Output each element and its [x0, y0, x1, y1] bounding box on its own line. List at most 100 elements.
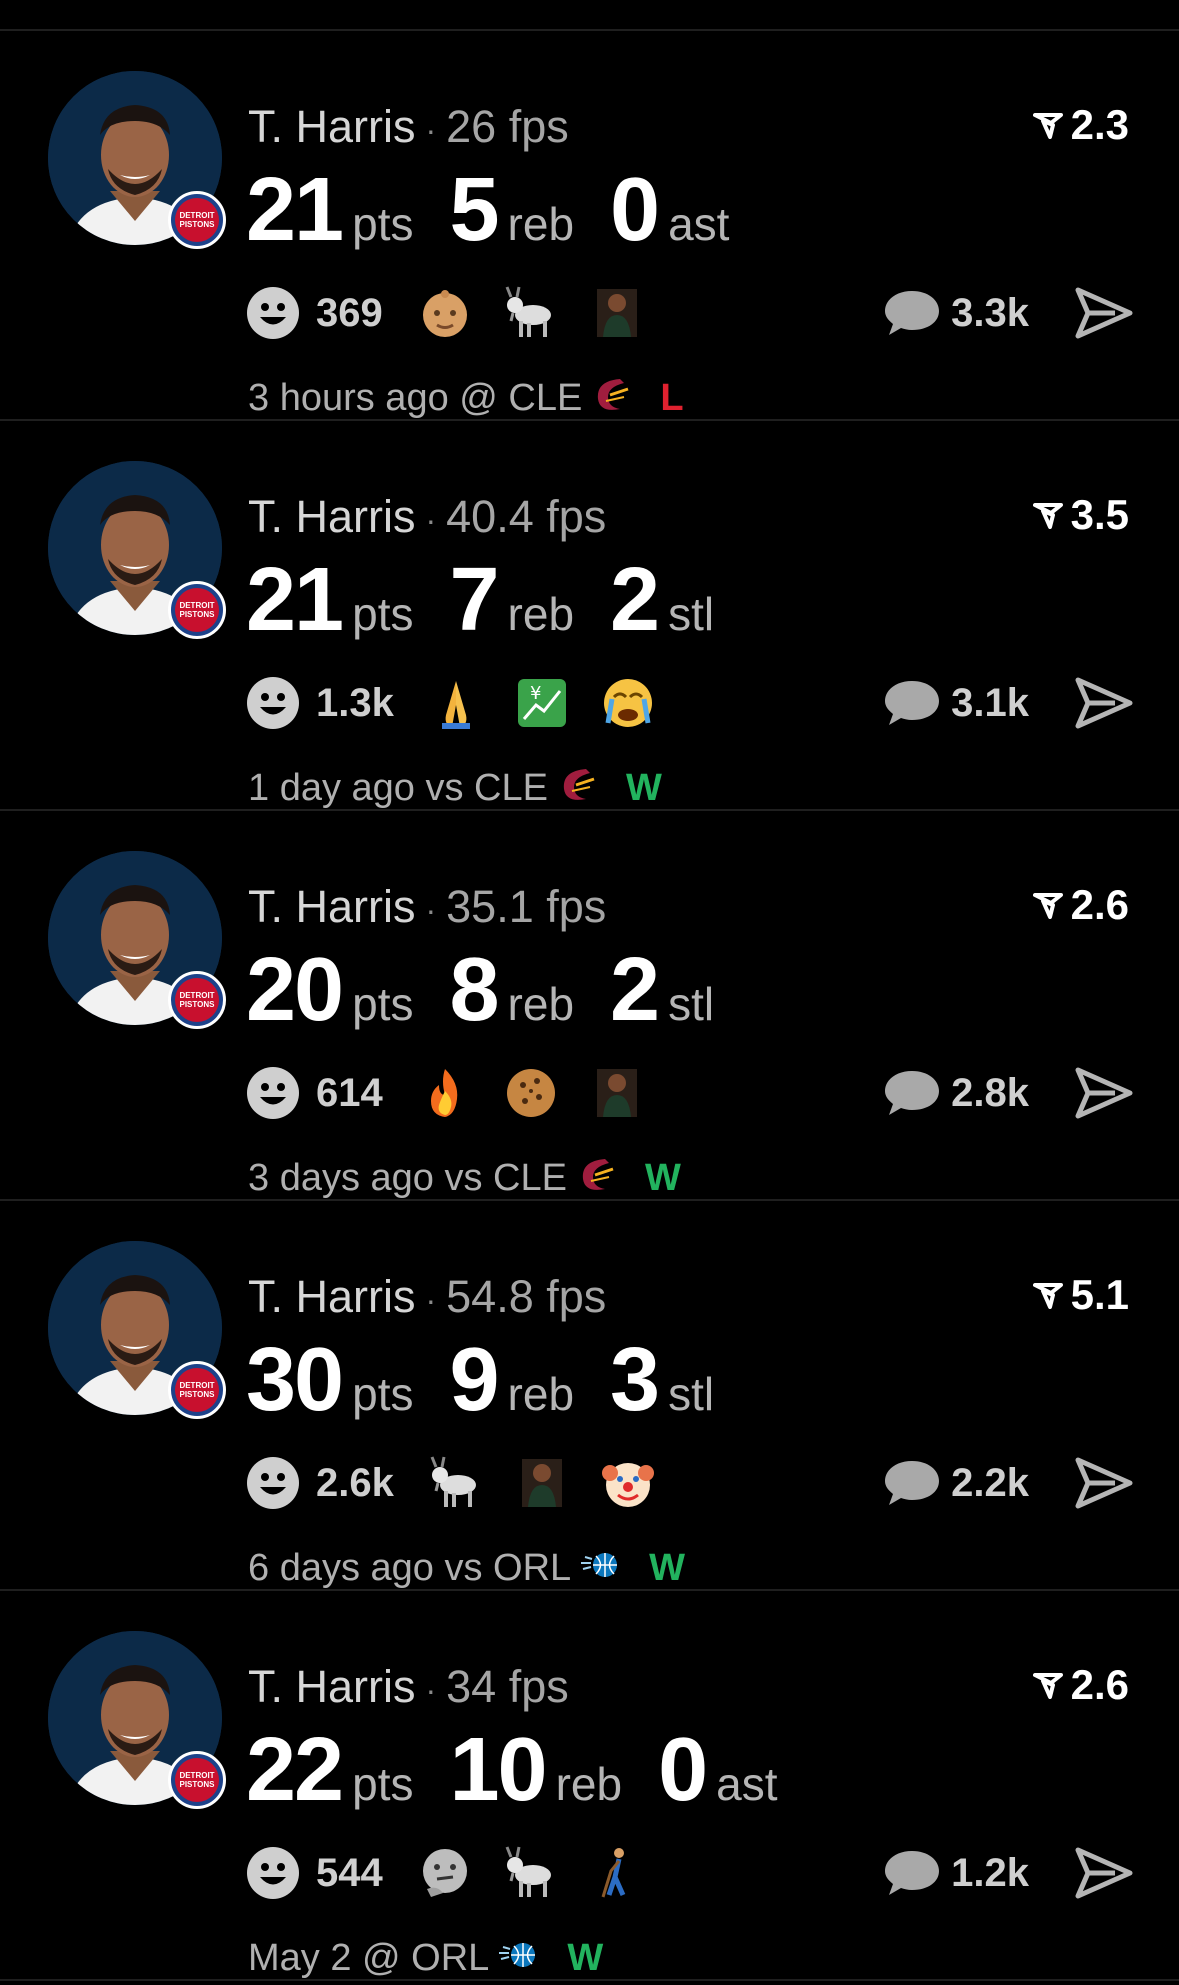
pistons-badge-icon: DETROIT PISTONS [168, 1751, 226, 1809]
share-icon[interactable] [1075, 287, 1133, 339]
stat-value: 21 [246, 550, 344, 650]
stat-stl: 2 stl [610, 939, 714, 1042]
post-card-5[interactable]: DETROIT PISTONS T. Harris · 34 fps 2.6 22 pt… [0, 1591, 1179, 1981]
stat-value: 22 [246, 1720, 344, 1820]
clown-face-icon[interactable] [600, 1455, 656, 1511]
stat-line: 22 pts 10 reb 0 ast [246, 1719, 814, 1822]
rating-arrow-icon [1032, 893, 1063, 919]
comment-bubble-icon [885, 1461, 940, 1505]
share-icon[interactable] [1075, 1847, 1133, 1899]
rating-arrow-icon [1032, 1673, 1063, 1699]
share-icon[interactable] [1075, 1067, 1133, 1119]
stat-ast: 0 ast [610, 159, 729, 262]
cavaliers-logo-icon [598, 379, 629, 410]
chart-yen-icon[interactable]: ¥ [514, 675, 570, 731]
reactions-bar[interactable]: 1.3k ¥ [246, 673, 686, 733]
reactions-bar[interactable]: 614 [246, 1063, 675, 1123]
smiley-reaction-icon[interactable] [246, 1846, 300, 1900]
rating-arrow-icon [1032, 1283, 1063, 1309]
smiley-reaction-icon[interactable] [246, 286, 300, 340]
post-headline: T. Harris · 26 fps [248, 101, 569, 153]
post-card-3[interactable]: DETROIT PISTONS T. Harris · 35.1 fps 2.6 20… [0, 811, 1179, 1201]
reactions-bar[interactable]: 544 [246, 1843, 675, 1903]
stat-value: 9 [449, 1330, 499, 1430]
player-name[interactable]: T. Harris [248, 1271, 416, 1322]
stat-unit: reb [507, 1368, 575, 1420]
stat-pts: 20 pts [246, 939, 413, 1042]
cavaliers-logo-icon [563, 769, 595, 800]
smiley-reaction-icon[interactable] [246, 676, 300, 730]
goat-icon[interactable] [428, 1455, 484, 1511]
player-name[interactable]: T. Harris [248, 101, 416, 152]
reaction-emojis [417, 1065, 675, 1121]
stat-value: 0 [658, 1720, 708, 1820]
comments-button[interactable]: 3.1k [883, 673, 1029, 733]
player-photo-icon[interactable] [514, 1455, 570, 1511]
comment-bubble-icon [885, 681, 940, 725]
pistons-badge-icon: DETROIT PISTONS [168, 1361, 226, 1419]
post-card-1[interactable]: DETROIT PISTONS T. Harris · 26 fps 2.3 21 pt… [0, 31, 1179, 421]
activity-feed: DETROIT PISTONS T. Harris · 26 fps 2.3 21 pt… [0, 0, 1179, 1981]
game-time-opponent: 3 days ago vs CLE [248, 1156, 567, 1199]
post-card-2[interactable]: DETROIT PISTONS T. Harris · 40.4 fps 3.5 21… [0, 421, 1179, 811]
stat-unit: reb [507, 198, 575, 250]
separator-dot: · [425, 111, 437, 148]
stat-value: 30 [246, 1330, 344, 1430]
fantasy-points: 34 fps [446, 1661, 569, 1712]
cookie-icon[interactable] [503, 1065, 559, 1121]
stat-ast: 0 ast [658, 1719, 777, 1822]
game-result: W [644, 1156, 681, 1199]
comments-button[interactable]: 1.2k [883, 1843, 1029, 1903]
game-time-opponent: May 2 @ ORL [248, 1936, 490, 1979]
reaction-count: 614 [316, 1070, 383, 1115]
game-info: 3 days ago vs CLE W [248, 1151, 681, 1205]
stat-value: 0 [610, 160, 660, 260]
stat-value: 2 [610, 940, 660, 1040]
folded-hands-icon[interactable] [428, 675, 484, 731]
stat-value: 21 [246, 160, 344, 260]
fantasy-points: 54.8 fps [446, 1271, 607, 1322]
stat-pts: 21 pts [246, 159, 413, 262]
comment-bubble-icon [885, 291, 940, 335]
post-card-4[interactable]: DETROIT PISTONS T. Harris · 54.8 fps 5.1 30… [0, 1201, 1179, 1591]
stat-unit: reb [507, 978, 575, 1030]
stat-unit: stl [668, 588, 715, 640]
game-info: 6 days ago vs ORL W [248, 1541, 685, 1595]
share-icon[interactable] [1075, 1457, 1133, 1509]
fire-icon[interactable] [417, 1065, 473, 1121]
player-photo-icon[interactable] [589, 1065, 645, 1121]
stat-unit: stl [668, 1368, 715, 1420]
svg-text:¥: ¥ [530, 683, 541, 704]
comments-button[interactable]: 3.3k [883, 283, 1029, 343]
smiley-reaction-icon[interactable] [246, 1066, 300, 1120]
player-name[interactable]: T. Harris [248, 881, 416, 932]
smiley-reaction-icon[interactable] [246, 1456, 300, 1510]
comment-count: 2.8k [951, 1070, 1029, 1115]
post-headline: T. Harris · 35.1 fps [248, 881, 606, 933]
rating-value: 2.3 [1070, 101, 1129, 148]
reactions-bar[interactable]: 2.6k [246, 1453, 686, 1513]
stat-line: 21 pts 7 reb 2 stl [246, 549, 750, 652]
rating-badge: 2.6 [1032, 881, 1129, 929]
comments-button[interactable]: 2.8k [883, 1063, 1029, 1123]
game-result: W [567, 1936, 604, 1979]
reactions-bar[interactable]: 369 [246, 283, 675, 343]
thinking-face-icon[interactable] [417, 1845, 473, 1901]
player-name[interactable]: T. Harris [248, 491, 416, 542]
reaction-count: 2.6k [316, 1460, 394, 1505]
crying-face-icon[interactable] [600, 675, 656, 731]
comments-button[interactable]: 2.2k [883, 1453, 1029, 1513]
player-photo-icon[interactable] [589, 285, 645, 341]
reaction-emojis [417, 285, 675, 341]
game-time-opponent: 3 hours ago @ CLE [248, 376, 583, 419]
stat-unit: ast [668, 198, 730, 250]
share-icon[interactable] [1075, 677, 1133, 729]
goat-icon[interactable] [503, 1845, 559, 1901]
stat-stl: 2 stl [610, 549, 714, 652]
person-with-cane-icon[interactable] [589, 1845, 645, 1901]
stat-value: 7 [449, 550, 499, 650]
separator-dot: · [425, 891, 437, 928]
baby-face-icon[interactable] [417, 285, 473, 341]
player-name[interactable]: T. Harris [248, 1661, 416, 1712]
goat-icon[interactable] [503, 285, 559, 341]
